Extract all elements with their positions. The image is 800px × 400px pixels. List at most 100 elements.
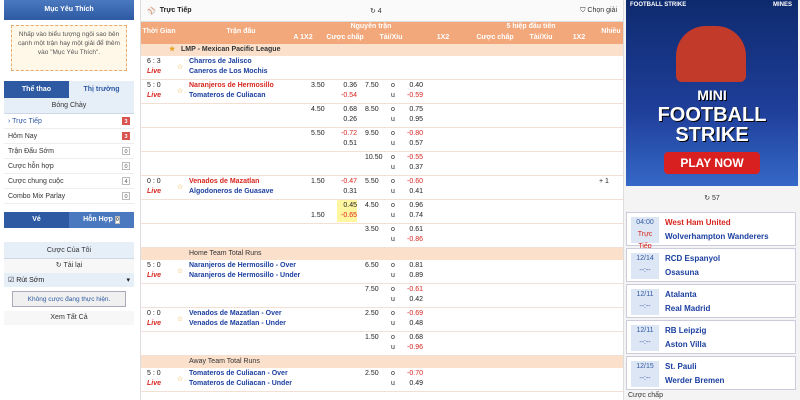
ou-under-label[interactable]: u [391, 186, 395, 198]
reload-button[interactable]: ↻ Tải lại [4, 259, 134, 273]
ou-line[interactable]: 3.50 [365, 224, 379, 236]
featured-team-home: RCD Espanyol [665, 254, 721, 263]
promo-banner[interactable]: FOOTBALL STRIKE MINES MINI FOOTBALL STRI… [626, 0, 798, 186]
hcap-odd[interactable]: 0.51 [337, 138, 357, 150]
refresh-icon[interactable]: ↻ [370, 8, 376, 15]
featured-match[interactable]: 12/14 --:-- RCD Espanyol Osasuna [626, 248, 796, 282]
cashout-label: Rút Sớm [16, 277, 45, 284]
cashout-toggle[interactable]: ☑ Rút Sớm ▾ [4, 273, 134, 287]
promo-title-2: FOOTBALL [657, 104, 767, 126]
ou-odd[interactable]: 0.95 [403, 114, 423, 126]
star-icon[interactable]: ☆ [177, 62, 183, 74]
hcap-odd[interactable]: -0.54 [337, 90, 357, 102]
featured-match[interactable]: 12/11 --:-- RB Leipzig Aston Villa [626, 320, 796, 354]
hcap-line[interactable]: 1.50 [311, 210, 325, 222]
ou-line[interactable]: 8.50 [365, 104, 379, 116]
hcap-line[interactable]: 5.50 [311, 128, 325, 140]
ou-odd[interactable]: 0.74 [403, 210, 423, 222]
sidebar-item-label: Hôm Nay [8, 132, 38, 140]
ou-line[interactable]: 7.50 [365, 284, 379, 296]
ou-odd[interactable]: 0.57 [403, 138, 423, 150]
ou-line[interactable]: 4.50 [365, 200, 379, 212]
checkbox-icon[interactable]: ☑ [8, 277, 14, 284]
tab-market[interactable]: Thị trường [69, 81, 134, 98]
ou-under-label[interactable]: u [391, 342, 395, 354]
star-icon[interactable]: ☆ [177, 266, 183, 278]
sidebar-item[interactable]: Cược hỗn hợp 0 [4, 159, 134, 174]
sidebar-item[interactable]: Trận Đấu Sớm 0 [4, 144, 134, 159]
ou-line[interactable]: 2.50 [365, 308, 379, 320]
view-all-link[interactable]: Xem Tất Cả [4, 311, 134, 325]
ou-under-label[interactable]: u [391, 138, 395, 150]
refresh-icon[interactable]: ↻ [704, 195, 710, 202]
sidebar-item[interactable]: › Trực Tiếp 3 [4, 114, 134, 129]
ou-odd[interactable]: 0.48 [403, 318, 423, 330]
team-away: Venados de Mazatlan - Under [189, 320, 286, 327]
featured-match[interactable]: 12/11 --:-- Atalanta Real Madrid [626, 284, 796, 318]
ou-odd[interactable]: 0.37 [403, 162, 423, 174]
featured-match[interactable]: 12/15 --:-- St. Pauli Werder Bremen [626, 356, 796, 390]
ou-line[interactable]: 2.50 [365, 368, 379, 380]
hcap-odd[interactable]: 0.26 [337, 114, 357, 126]
home-total-header: Home Team Total Runs [141, 248, 623, 260]
ou-odd[interactable]: -0.86 [403, 234, 423, 246]
ou-under-label[interactable]: u [391, 234, 395, 246]
ou-odd[interactable]: 0.89 [403, 270, 423, 282]
ou-under-label[interactable]: u [391, 294, 395, 306]
no-bets-button[interactable]: Không cược đang thực hiện. [12, 291, 126, 307]
tab-sports[interactable]: Thể thao [4, 81, 69, 98]
ou-odd[interactable]: -0.59 [403, 90, 423, 102]
star-icon[interactable]: ☆ [177, 374, 183, 386]
ou-line[interactable]: 1.50 [365, 332, 379, 344]
hcap-odd[interactable]: -0.65 [337, 210, 357, 222]
ou-line[interactable]: 9.50 [365, 128, 379, 140]
hcap-line[interactable]: 3.50 [311, 80, 325, 92]
player-illustration [676, 26, 746, 82]
promo-tab-right[interactable]: MINES [773, 2, 792, 8]
ou-under-label[interactable]: u [391, 318, 395, 330]
ou-odd[interactable]: 0.41 [403, 186, 423, 198]
ou-line[interactable]: 10.50 [365, 152, 383, 164]
featured-match-date: 12/11 --:-- [631, 289, 659, 315]
star-icon[interactable]: ☆ [177, 86, 183, 98]
hcap-line[interactable]: 4.50 [311, 104, 325, 116]
ou-under-label[interactable]: u [391, 378, 395, 390]
match-count-value: 57 [712, 195, 720, 202]
hcap-odd[interactable]: 0.31 [337, 186, 357, 198]
hcap-line[interactable]: 1.50 [311, 176, 325, 188]
featured-team-home: Atalanta [665, 290, 697, 299]
betslip-mix-tab[interactable]: Hỗn Hợp 0 [69, 212, 134, 228]
sidebar-item[interactable]: Hôm Nay 3 [4, 129, 134, 144]
sidebar-item[interactable]: Cược chung cuộc 4 [4, 174, 134, 189]
ou-under-label[interactable]: u [391, 114, 395, 126]
sidebar-item[interactable]: Combo Mix Parlay 0 [4, 189, 134, 204]
ou-line[interactable]: 6.50 [365, 260, 379, 272]
match-row: 6 : 3 Live ☆ Charros de Jalisco Caneros de L… [141, 56, 623, 80]
star-icon[interactable]: ☆ [177, 314, 183, 326]
live-badge: Live [147, 272, 162, 279]
baseball-icon: ⚾ [147, 7, 156, 15]
ou-line[interactable]: 7.50 [365, 80, 379, 92]
ou-under-label[interactable]: u [391, 270, 395, 282]
ou-odd[interactable]: 0.49 [403, 378, 423, 390]
star-icon[interactable]: ★ [169, 44, 175, 56]
featured-match-date: 12/15 --:-- [631, 361, 659, 387]
ou-line[interactable]: 5.50 [365, 176, 379, 188]
match-row: 1.50 o u 0.68 -0.96 [141, 332, 623, 356]
ou-odd[interactable]: -0.96 [403, 342, 423, 354]
ou-under-label[interactable]: u [391, 210, 395, 222]
featured-team-away: Wolverhampton Wanderers [665, 232, 769, 241]
select-league-button[interactable]: ⛉ Chọn giải [580, 7, 617, 15]
promo-tab-left[interactable]: FOOTBALL STRIKE [630, 2, 686, 8]
chevron-down-icon[interactable]: ▾ [126, 276, 130, 284]
live-badge: Live [147, 188, 162, 195]
league-row[interactable]: ★ LMP - Mexican Pacific League [141, 44, 623, 56]
ou-under-label[interactable]: u [391, 90, 395, 102]
betslip-single-tab[interactable]: Vé [4, 212, 69, 228]
star-icon[interactable]: ☆ [177, 182, 183, 194]
play-now-button[interactable]: PLAY NOW [664, 152, 760, 174]
match-row: 0.45 1.50 -0.65 4.50 o u 0.96 0.74 [141, 200, 623, 224]
ou-odd[interactable]: 0.42 [403, 294, 423, 306]
ou-under-label[interactable]: u [391, 162, 395, 174]
featured-match[interactable]: 04:00 Trực Tiếp West Ham United Wolverhampt… [626, 212, 796, 250]
